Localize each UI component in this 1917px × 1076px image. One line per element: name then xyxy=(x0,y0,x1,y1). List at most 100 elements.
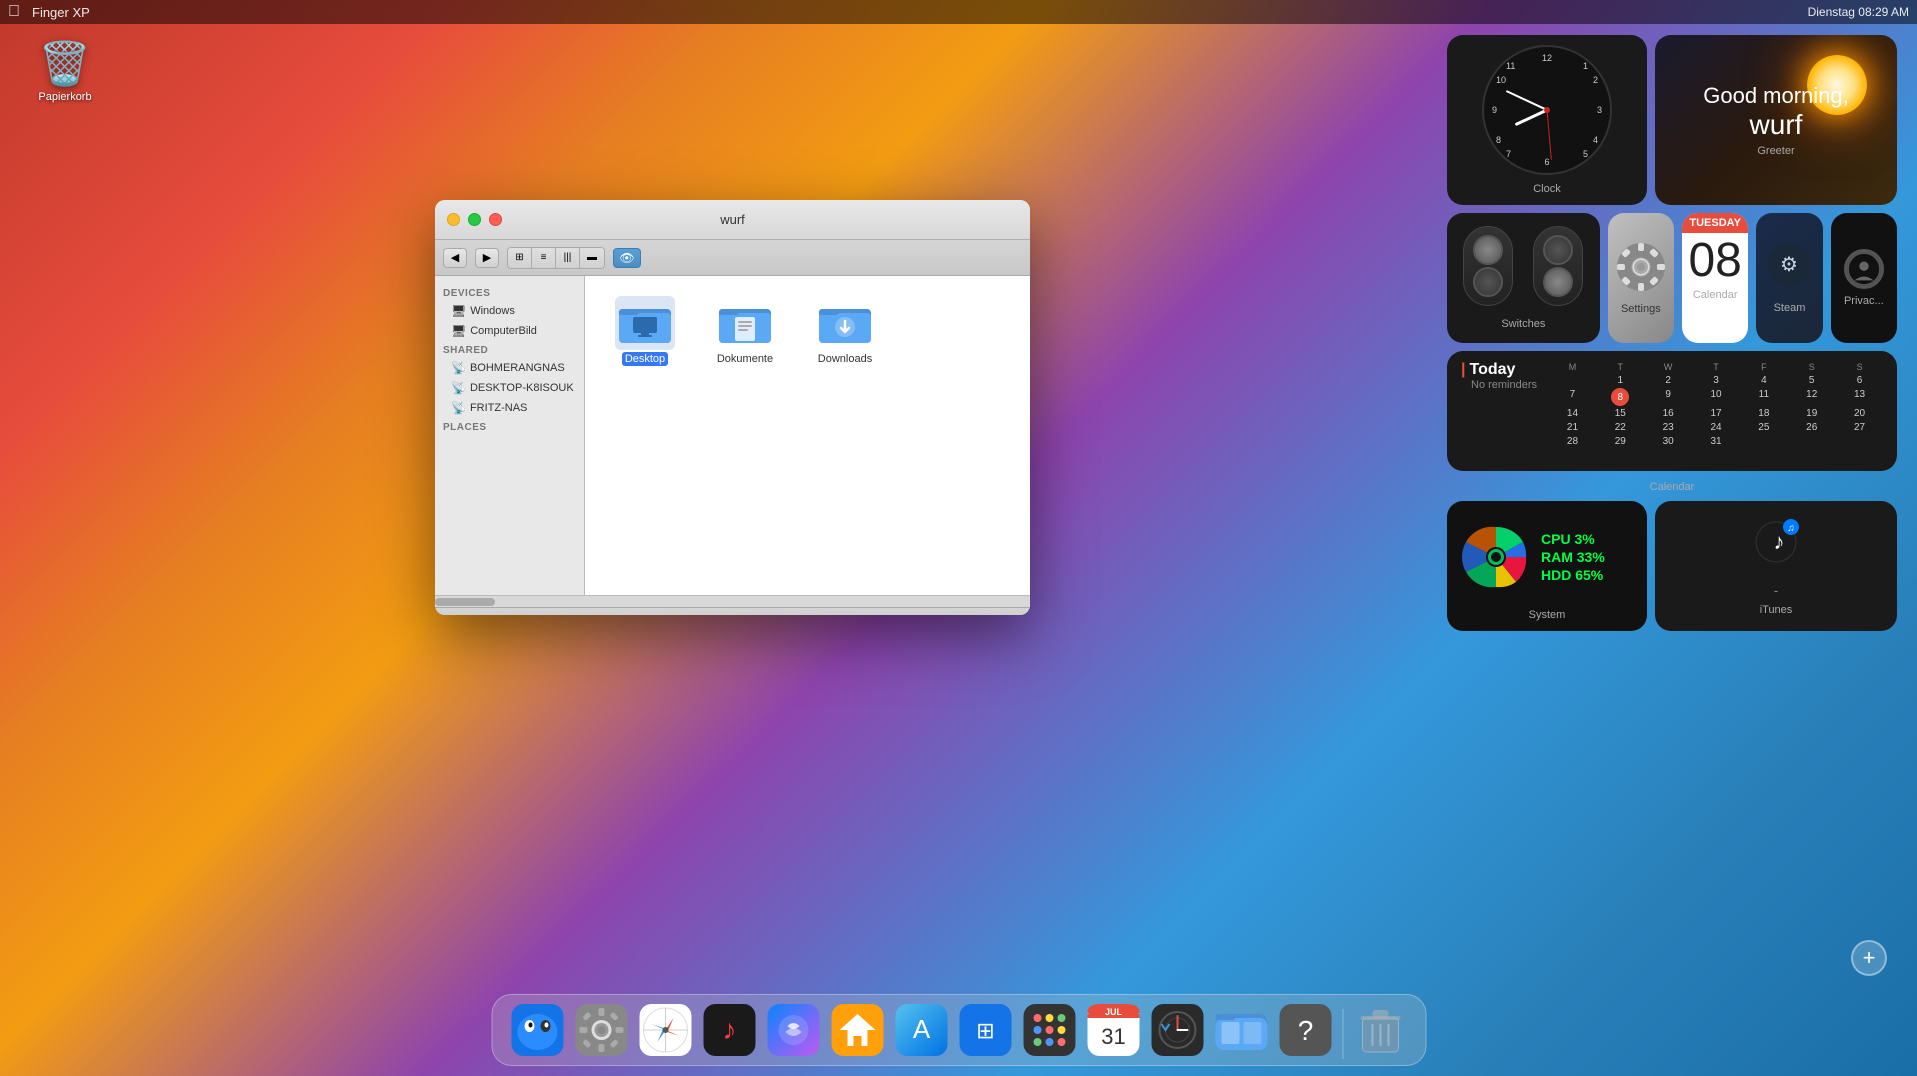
close-button[interactable] xyxy=(489,213,502,226)
greeter-greeting: Good morning, xyxy=(1703,83,1849,109)
finder-statusbar xyxy=(435,607,1030,615)
nas-icon: 📡 xyxy=(451,381,466,395)
menubar-left:  Finger XP xyxy=(8,3,90,21)
dock-time-machine[interactable] xyxy=(1148,1001,1206,1059)
settings-label: Settings xyxy=(1621,303,1661,315)
switches-label: Switches xyxy=(1501,318,1545,330)
add-widget-button[interactable]: + xyxy=(1851,940,1887,976)
widget-steam[interactable]: ⚙ Steam xyxy=(1756,213,1822,343)
widget-calendar-small[interactable]: TUESDAY 08 Calendar xyxy=(1682,213,1748,343)
app-name[interactable]: Finger XP xyxy=(32,5,90,20)
folder-icon-wrap xyxy=(815,296,875,350)
cal-day: 21 xyxy=(1549,421,1596,434)
minimize-button[interactable] xyxy=(447,213,460,226)
folder-label: Dokumente xyxy=(714,352,776,366)
dock-launchpad[interactable] xyxy=(1020,1001,1078,1059)
sidebar-item-desktop-k8[interactable]: 📡 DESKTOP-K8ISOUK xyxy=(435,378,584,398)
dock-separator xyxy=(1342,1009,1343,1059)
scroll-thumb[interactable] xyxy=(435,598,495,606)
trash-icon-image: 🗑️ xyxy=(39,40,91,89)
switch-dot-bottom xyxy=(1543,267,1573,297)
icon-view-button[interactable]: ⊞ xyxy=(508,248,532,268)
sidebar-item-bohmerangnas[interactable]: 📡 BOHMERANGNAS xyxy=(435,358,584,378)
dock-siri[interactable] xyxy=(764,1001,822,1059)
cal-day: 26 xyxy=(1788,421,1835,434)
folder-icon-wrap xyxy=(615,296,675,350)
column-view-button[interactable]: ||| xyxy=(556,248,580,268)
finder-content: Desktop Dokumente xyxy=(585,276,1030,595)
dock-music[interactable]: ♪ xyxy=(700,1001,758,1059)
widget-settings[interactable]: Settings xyxy=(1608,213,1674,343)
folder-dokumente[interactable]: Dokumente xyxy=(705,296,785,366)
back-button[interactable]: ◀ xyxy=(443,248,467,268)
menubar-right: Dienstag 08:29 AM xyxy=(1808,5,1909,19)
widget-row-3: Today No reminders M T W T F S S 1 2 3 xyxy=(1447,351,1897,471)
cal-day: 28 xyxy=(1549,435,1596,448)
eye-button[interactable]: 👁 xyxy=(613,248,641,268)
maximize-button[interactable] xyxy=(468,213,481,226)
forward-button[interactable]: ▶ xyxy=(475,248,499,268)
dock-bootcamp[interactable]: ⊞ xyxy=(956,1001,1014,1059)
dock-system-prefs[interactable] xyxy=(572,1001,630,1059)
cal-day: 30 xyxy=(1645,435,1692,448)
dock-help[interactable]: ? xyxy=(1276,1001,1334,1059)
cal-day: 25 xyxy=(1740,421,1787,434)
shared-section-label: SHARED xyxy=(435,341,584,358)
svg-text:♪: ♪ xyxy=(722,1014,736,1045)
switch-dot-top xyxy=(1543,235,1573,265)
cal-day: 3 xyxy=(1693,374,1740,387)
sidebar-item-label: FRITZ-NAS xyxy=(470,402,527,414)
sidebar-item-computerbild[interactable]: 🖥 ComputerBild xyxy=(435,321,584,341)
trash-label: Papierkorb xyxy=(38,91,91,103)
finder-title: wurf xyxy=(720,212,745,227)
view-buttons: ⊞ ≡ ||| ▬ xyxy=(507,247,605,269)
dock-finder[interactable] xyxy=(508,1001,566,1059)
nas-icon: 📡 xyxy=(451,361,466,375)
sidebar-item-fritz-nas[interactable]: 📡 FRITZ-NAS xyxy=(435,398,584,418)
itunes-icon: ♪ ♫ xyxy=(1751,517,1801,577)
switch-knob-left[interactable] xyxy=(1463,226,1513,306)
cal-day: 4 xyxy=(1740,374,1787,387)
cal-small-day: 08 xyxy=(1688,237,1741,285)
sidebar-item-windows[interactable]: 🖥 Windows xyxy=(435,301,584,321)
widget-clock: 12 3 6 9 1 11 2 10 4 8 5 7 Clock xyxy=(1447,35,1647,205)
folder-downloads[interactable]: Downloads xyxy=(805,296,885,366)
dock-files[interactable] xyxy=(1212,1001,1270,1059)
cal-day: 18 xyxy=(1740,407,1787,420)
switch-dot-bottom xyxy=(1473,267,1503,297)
dock-trash[interactable] xyxy=(1351,1001,1409,1059)
svg-text:?: ? xyxy=(1297,1015,1313,1046)
switch-knob-right[interactable] xyxy=(1533,226,1583,306)
cal-day: 1 xyxy=(1597,374,1644,387)
cal-day-header: F xyxy=(1740,361,1787,373)
folder-label: Desktop xyxy=(622,352,668,366)
widget-privacy[interactable]: Privac... xyxy=(1831,213,1897,343)
system-label: System xyxy=(1461,609,1633,621)
svg-text:31: 31 xyxy=(1101,1024,1125,1049)
list-view-button[interactable]: ≡ xyxy=(532,248,556,268)
cover-view-button[interactable]: ▬ xyxy=(580,248,604,268)
cal-day: 22 xyxy=(1597,421,1644,434)
cal-today-section: Today No reminders xyxy=(1461,361,1537,391)
places-section-label: PLACES xyxy=(435,418,584,435)
cal-today-label: Today xyxy=(1461,361,1537,379)
cal-day: 11 xyxy=(1740,388,1787,406)
dock-home[interactable] xyxy=(828,1001,886,1059)
trash-desktop-icon[interactable]: 🗑️ Papierkorb xyxy=(30,40,100,103)
cal-day: 31 xyxy=(1693,435,1740,448)
svg-text:A: A xyxy=(912,1014,930,1044)
apple-menu[interactable]:  xyxy=(8,3,20,21)
widget-row-4: CPU 3% RAM 33% HDD 65% System ♪ ♫ xyxy=(1447,501,1897,631)
widget-system: CPU 3% RAM 33% HDD 65% System xyxy=(1447,501,1647,631)
finder-titlebar: wurf xyxy=(435,200,1030,240)
horizontal-scrollbar[interactable] xyxy=(435,595,1030,607)
folder-desktop[interactable]: Desktop xyxy=(605,296,685,366)
privacy-label: Privac... xyxy=(1844,295,1884,307)
dock-calendar[interactable]: 31 JUL xyxy=(1084,1001,1142,1059)
widgets-panel: 12 3 6 9 1 11 2 10 4 8 5 7 Clock xyxy=(1447,35,1897,631)
dock-app-store[interactable]: A xyxy=(892,1001,950,1059)
system-spiral-icon xyxy=(1461,522,1531,592)
cal-day xyxy=(1740,435,1787,448)
cal-small-label: Calendar xyxy=(1693,289,1738,301)
dock-safari[interactable] xyxy=(636,1001,694,1059)
